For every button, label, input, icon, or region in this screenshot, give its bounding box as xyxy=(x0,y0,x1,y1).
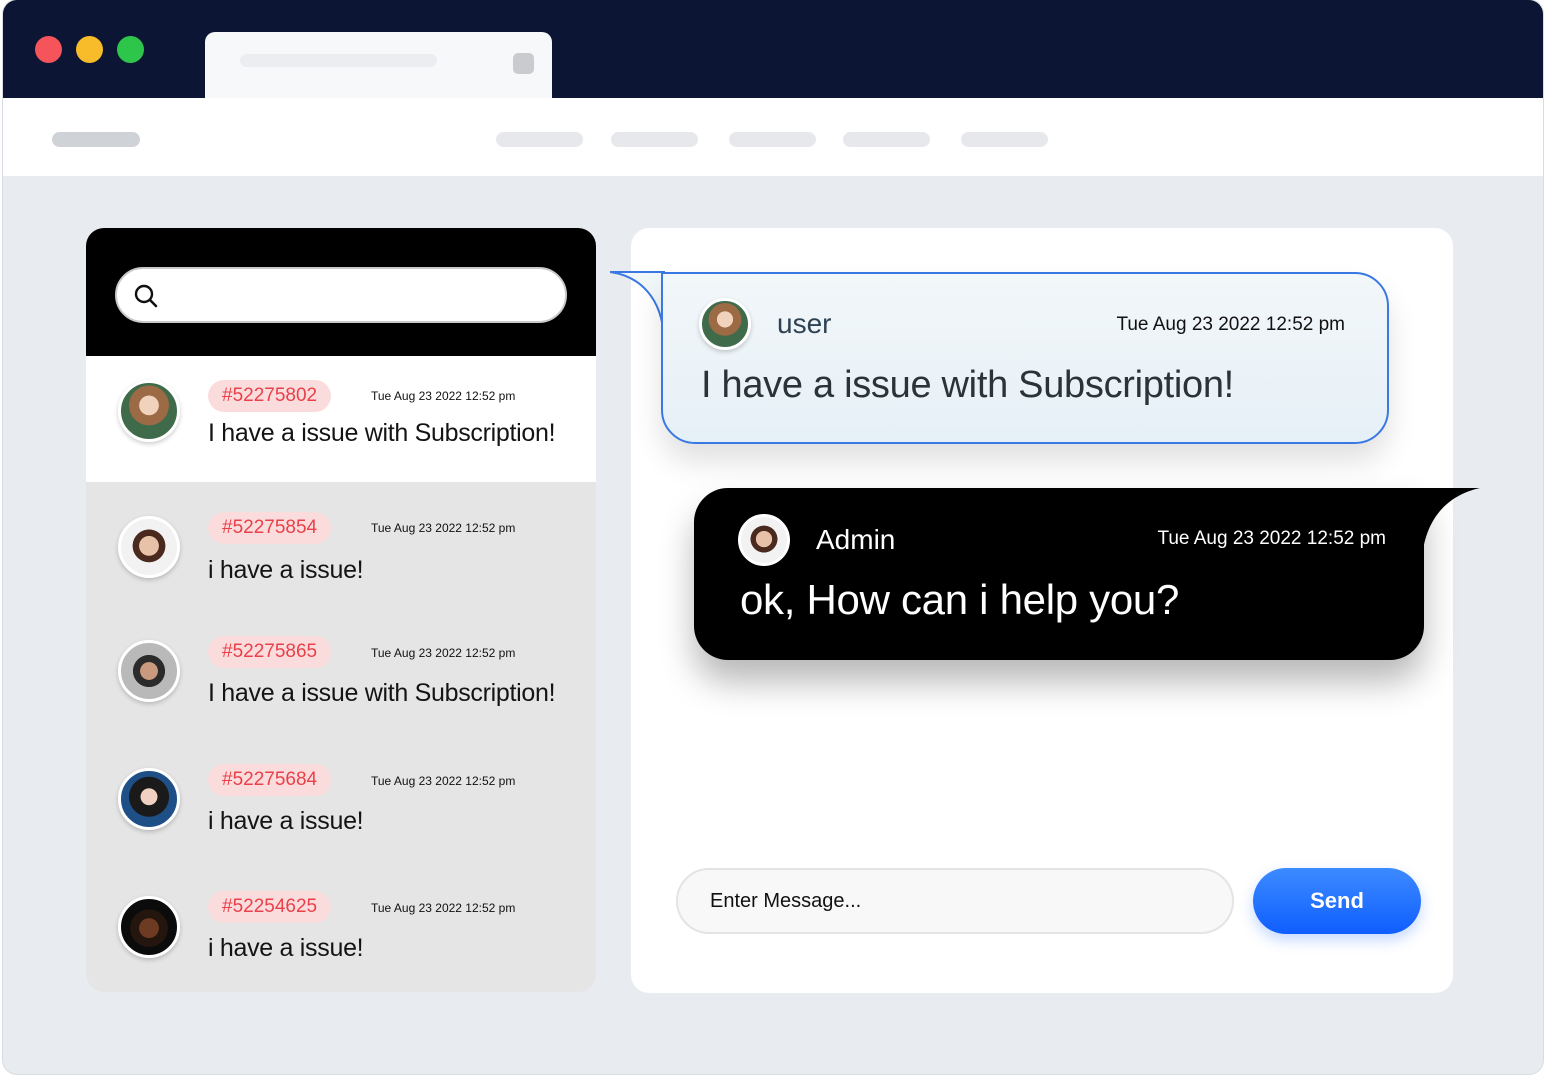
message-text: I have a issue with Subscription! xyxy=(701,364,1234,406)
nav-link-placeholder-3[interactable] xyxy=(729,132,816,147)
message-sender: user xyxy=(777,308,832,339)
avatar xyxy=(738,514,790,566)
ticket-timestamp: Tue Aug 23 2022 12:52 pm xyxy=(371,901,516,915)
user-message-bubble: user Tue Aug 23 2022 12:52 pm I have a i… xyxy=(661,272,1389,444)
ticket-list-panel: #52275802 Tue Aug 23 2022 12:52 pm I hav… xyxy=(86,228,596,992)
ticket-message-preview: i have a issue! xyxy=(208,807,364,835)
ticket-id-badge: #52275854 xyxy=(208,512,332,544)
browser-tab[interactable] xyxy=(205,32,552,102)
send-button[interactable]: Send xyxy=(1253,868,1421,934)
admin-bubble-tail xyxy=(1422,488,1480,558)
tab-title-placeholder xyxy=(240,54,437,67)
avatar xyxy=(118,768,180,830)
search-icon xyxy=(134,284,158,308)
message-sender: Admin xyxy=(816,524,896,555)
ticket-id-badge: #52275802 xyxy=(208,380,332,412)
nav-link-placeholder-2[interactable] xyxy=(611,132,698,147)
message-text: ok, How can i help you? xyxy=(740,576,1180,623)
ticket-timestamp: Tue Aug 23 2022 12:52 pm xyxy=(371,389,516,403)
search-input[interactable] xyxy=(173,275,553,315)
avatar xyxy=(118,380,180,442)
ticket-message-preview: I have a issue with Subscription! xyxy=(208,679,556,707)
message-timestamp: Tue Aug 23 2022 12:52 pm xyxy=(1157,528,1386,549)
admin-message-bubble: Admin Tue Aug 23 2022 12:52 pm ok, How c… xyxy=(694,488,1424,660)
tab-close-icon[interactable] xyxy=(513,53,534,74)
avatar xyxy=(699,298,751,350)
minimize-window-button[interactable] xyxy=(76,36,103,63)
ticket-message-preview: I have a issue with Subscription! xyxy=(208,419,556,447)
message-timestamp: Tue Aug 23 2022 12:52 pm xyxy=(1116,314,1345,335)
ticket-item[interactable]: #52275684 Tue Aug 23 2022 12:52 pm i hav… xyxy=(86,740,596,866)
ticket-list-header xyxy=(86,228,596,356)
site-navbar xyxy=(3,98,1543,176)
message-input[interactable] xyxy=(676,868,1234,934)
ticket-id-badge: #52275684 xyxy=(208,764,332,796)
maximize-window-button[interactable] xyxy=(117,36,144,63)
ticket-message-preview: i have a issue! xyxy=(208,556,364,584)
nav-link-placeholder-5[interactable] xyxy=(961,132,1048,147)
ticket-timestamp: Tue Aug 23 2022 12:52 pm xyxy=(371,774,516,788)
ticket-item[interactable]: #52254625 Tue Aug 23 2022 12:52 pm i hav… xyxy=(86,868,596,992)
nav-link-placeholder-1[interactable] xyxy=(496,132,583,147)
close-window-button[interactable] xyxy=(35,36,62,63)
ticket-item[interactable]: #52275802 Tue Aug 23 2022 12:52 pm I hav… xyxy=(86,356,596,482)
ticket-timestamp: Tue Aug 23 2022 12:52 pm xyxy=(371,521,516,535)
ticket-message-preview: i have a issue! xyxy=(208,934,364,962)
ticket-id-badge: #52275865 xyxy=(208,636,332,668)
search-box[interactable] xyxy=(115,267,567,323)
ticket-id-badge: #52254625 xyxy=(208,891,332,923)
nav-link-placeholder-4[interactable] xyxy=(843,132,930,147)
avatar xyxy=(118,896,180,958)
avatar xyxy=(118,516,180,578)
browser-titlebar xyxy=(3,0,1543,102)
ticket-item[interactable]: #52275854 Tue Aug 23 2022 12:52 pm i hav… xyxy=(86,486,596,612)
avatar xyxy=(118,640,180,702)
ticket-item[interactable]: #52275865 Tue Aug 23 2022 12:52 pm I hav… xyxy=(86,612,596,738)
logo-placeholder xyxy=(52,132,140,147)
ticket-timestamp: Tue Aug 23 2022 12:52 pm xyxy=(371,646,516,660)
